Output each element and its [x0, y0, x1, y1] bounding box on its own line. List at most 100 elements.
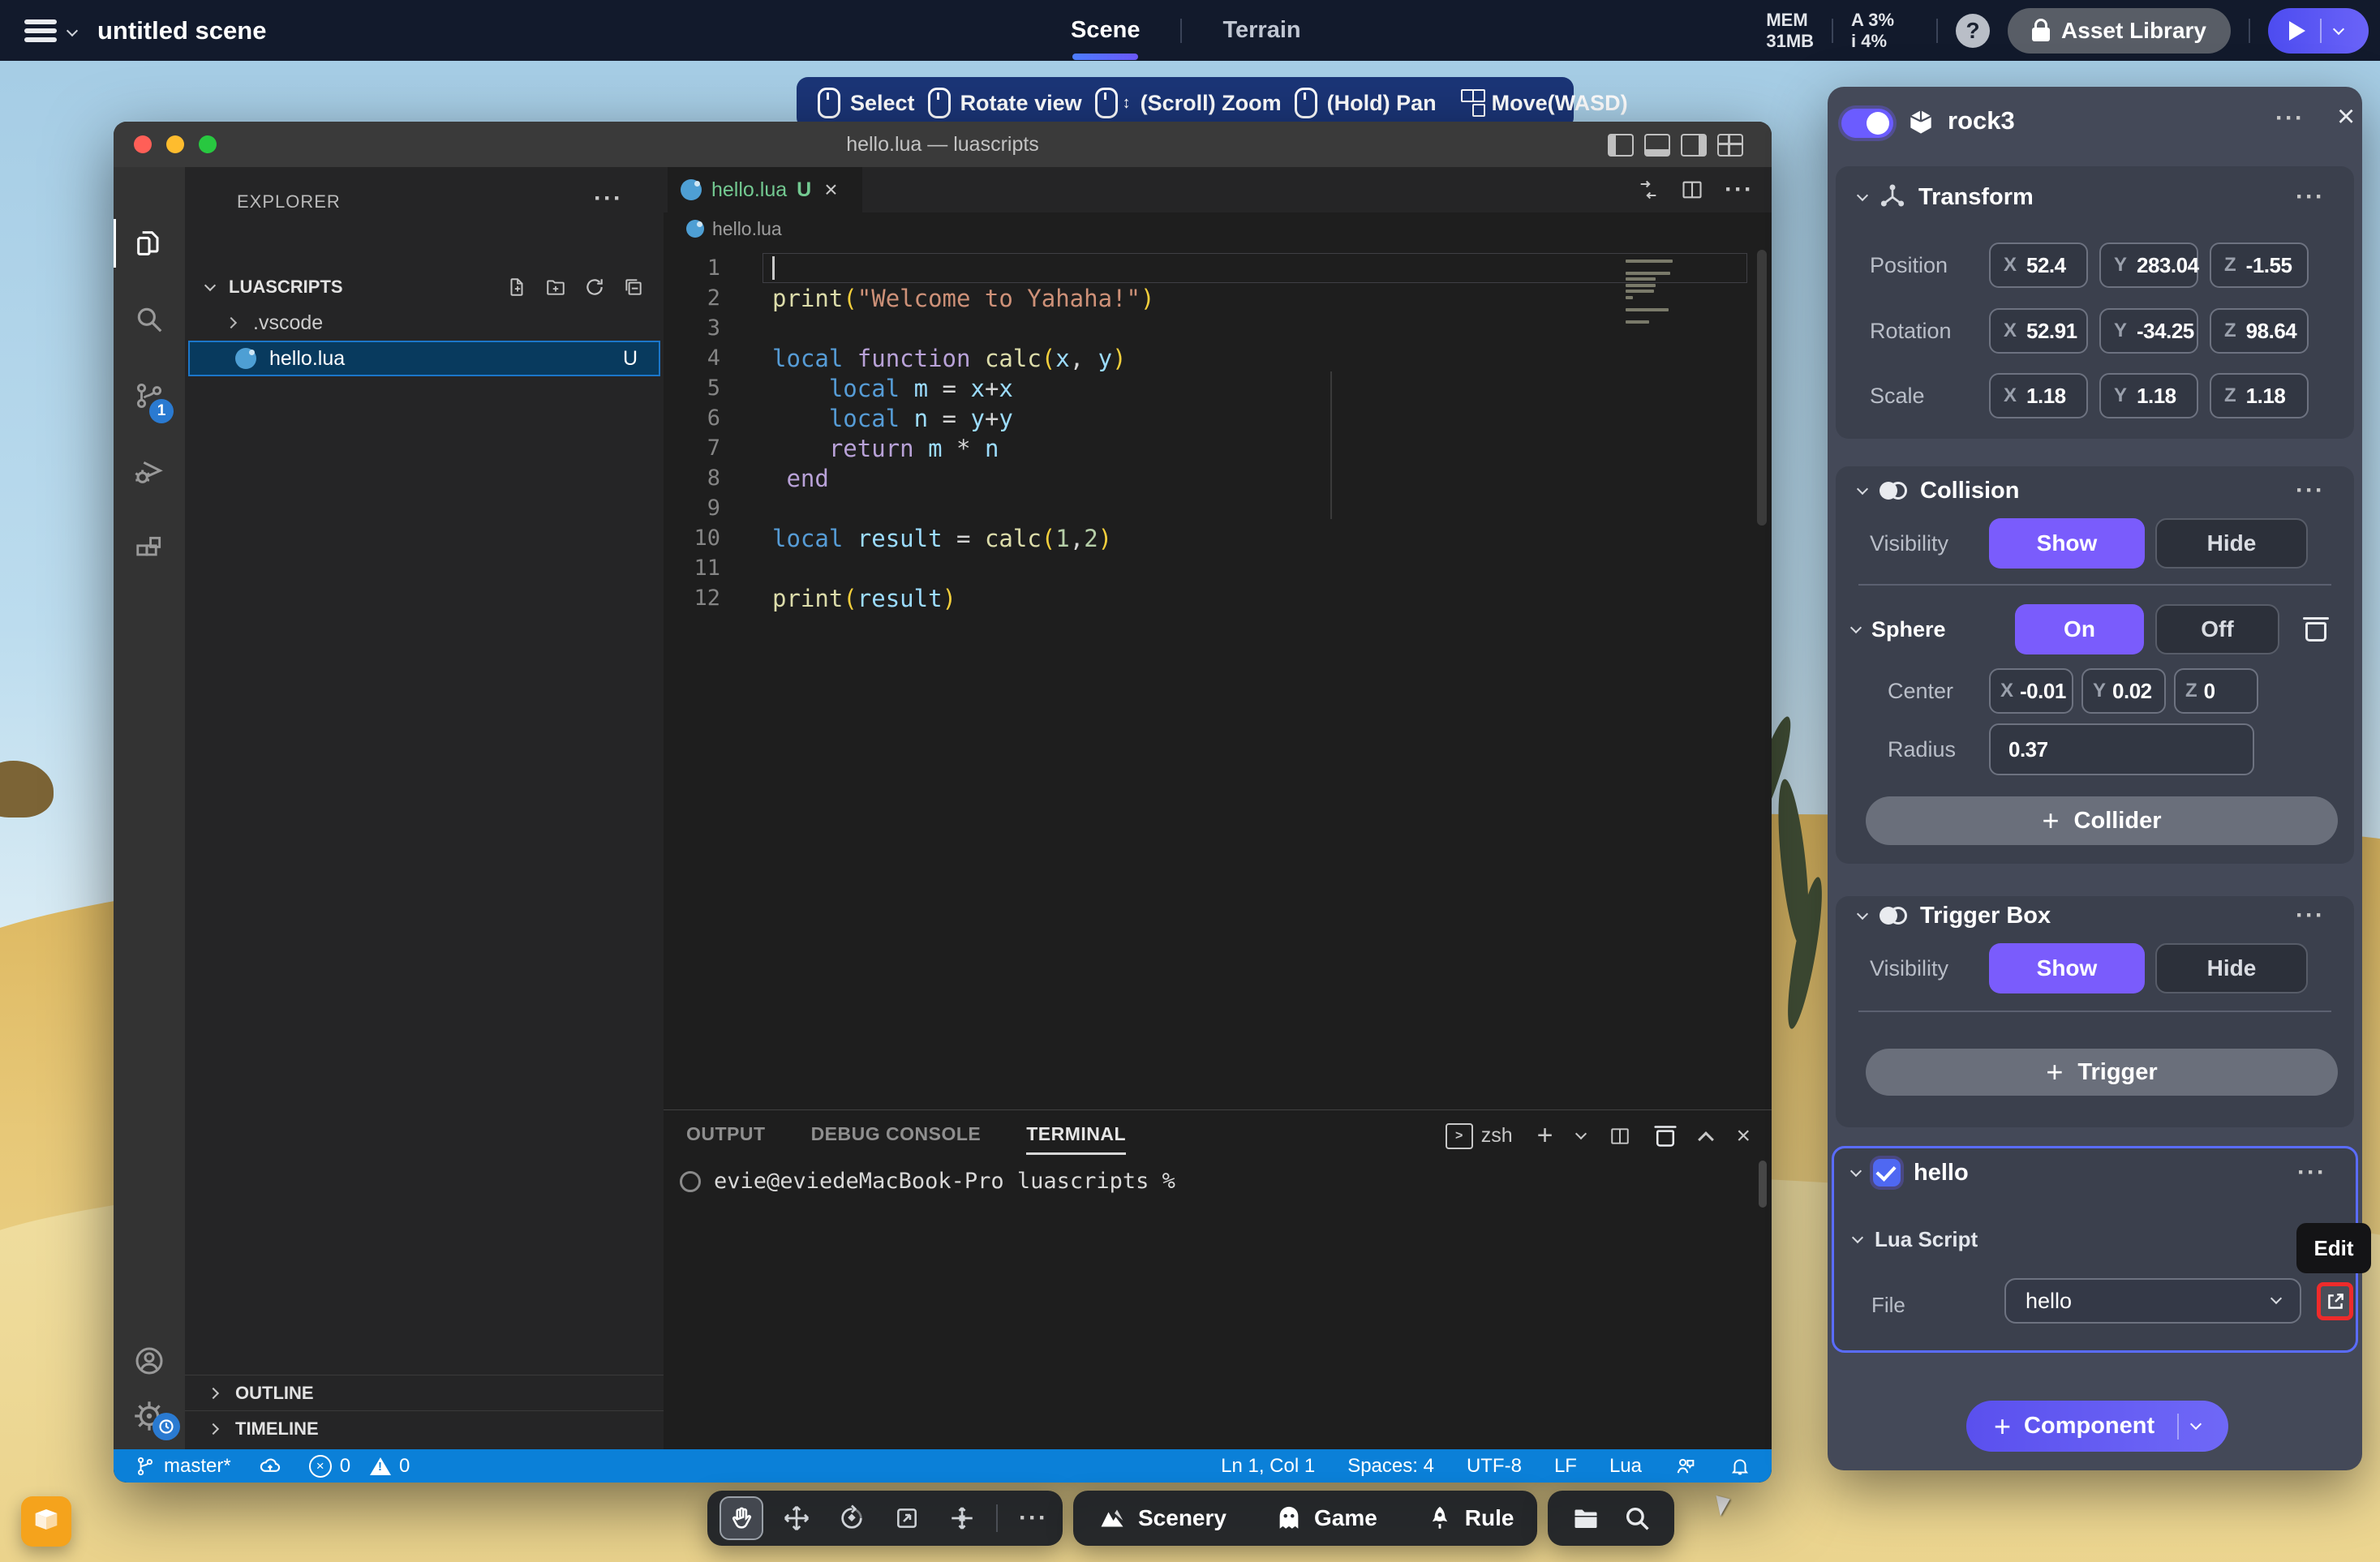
center-z-field[interactable]: Z0: [2174, 668, 2258, 714]
object-visibility-toggle[interactable]: [1841, 109, 1893, 138]
component-chevron-icon[interactable]: [2190, 1418, 2202, 1430]
sphere-on-button[interactable]: On: [2015, 604, 2144, 654]
tab-terrain[interactable]: Terrain: [1214, 12, 1308, 49]
indentation[interactable]: Spaces: 4: [1347, 1455, 1434, 1478]
refresh-icon[interactable]: [584, 277, 605, 298]
eol[interactable]: LF: [1554, 1455, 1577, 1478]
move-tool[interactable]: [769, 1504, 824, 1532]
collision-collapse-chevron-icon[interactable]: [1857, 483, 1868, 495]
folder-section-luascripts[interactable]: LUASCRIPTS: [185, 272, 664, 302]
folder-icon[interactable]: [1571, 1504, 1600, 1533]
panel-tab-debug-console[interactable]: DEBUG CONSOLE: [811, 1123, 982, 1145]
trigger-show-button[interactable]: Show: [1989, 943, 2145, 993]
play-options-chevron-icon[interactable]: [2333, 23, 2344, 34]
collision-hide-button[interactable]: Hide: [2155, 518, 2308, 569]
position-z-field[interactable]: Z-1.55: [2210, 242, 2309, 288]
collision-more-icon[interactable]: ···: [2296, 477, 2325, 504]
transform-more-icon[interactable]: ···: [2296, 183, 2325, 211]
toggle-secondary-sidebar-icon[interactable]: [1681, 134, 1707, 157]
search-icon[interactable]: [1623, 1504, 1651, 1532]
problems-item[interactable]: × 0 0: [309, 1455, 410, 1478]
rotation-z-field[interactable]: Z98.64: [2210, 308, 2309, 354]
center-x-field[interactable]: X-0.01: [1989, 668, 2073, 714]
play-button[interactable]: [2268, 8, 2369, 54]
tool-scroll-zoom[interactable]: ↕ (Scroll) Zoom: [1095, 88, 1282, 118]
editor-scrollbar[interactable]: [1757, 250, 1767, 526]
run-debug-activity-icon[interactable]: [114, 440, 185, 504]
language-mode[interactable]: Lua: [1609, 1455, 1642, 1478]
asset-library-button[interactable]: Asset Library: [2008, 8, 2231, 54]
tool-select[interactable]: Select: [818, 88, 915, 118]
terminal-shell-item[interactable]: > zsh: [1446, 1123, 1513, 1149]
timeline-section[interactable]: TIMELINE: [185, 1410, 664, 1446]
game-button[interactable]: Game: [1251, 1504, 1402, 1532]
help-icon[interactable]: ?: [1956, 14, 1990, 48]
menu-icon[interactable]: [24, 19, 57, 42]
file-dropdown[interactable]: hello: [2004, 1278, 2301, 1324]
new-file-icon[interactable]: [506, 277, 527, 298]
rule-button[interactable]: Rule: [1402, 1504, 1539, 1532]
sphere-collapse-chevron-icon[interactable]: [1850, 622, 1862, 633]
new-terminal-icon[interactable]: +: [1537, 1120, 1553, 1152]
explorer-activity-icon[interactable]: [114, 211, 185, 276]
open-changes-icon[interactable]: [1637, 178, 1660, 201]
scale-z-field[interactable]: Z1.18: [2210, 373, 2309, 418]
window-title-bar[interactable]: hello.lua — luascripts: [114, 122, 1772, 167]
tool-hold-pan[interactable]: (Hold) Pan: [1295, 88, 1437, 118]
collapse-folders-icon[interactable]: [623, 277, 644, 298]
object-more-icon[interactable]: ···: [2275, 105, 2305, 132]
sphere-off-button[interactable]: Off: [2155, 604, 2279, 654]
tab-scene[interactable]: Scene: [1063, 12, 1148, 49]
open-script-button[interactable]: [2317, 1282, 2353, 1320]
panel-tab-terminal[interactable]: TERMINAL: [1026, 1123, 1126, 1145]
pan-tool[interactable]: [714, 1496, 769, 1540]
terminal-prompt[interactable]: evie@eviedeMacBook-Pro luascripts %: [680, 1169, 1175, 1194]
hello-more-icon[interactable]: ···: [2297, 1159, 2326, 1187]
split-editor-icon[interactable]: [1681, 178, 1703, 201]
delete-collider-icon[interactable]: [2305, 617, 2326, 642]
toggle-panel-icon[interactable]: [1644, 134, 1670, 157]
add-trigger-button[interactable]: + Trigger: [1866, 1049, 2338, 1096]
cursor-position[interactable]: Ln 1, Col 1: [1221, 1455, 1315, 1478]
rotate-tool[interactable]: [824, 1504, 879, 1532]
code-editor[interactable]: 12print("Welcome to Yahaha!")34local fun…: [664, 245, 1772, 1109]
transform-collapse-chevron-icon[interactable]: [1857, 190, 1868, 201]
rotation-x-field[interactable]: X52.91: [1989, 308, 2088, 354]
scenery-button[interactable]: Scenery: [1073, 1504, 1251, 1533]
add-collider-button[interactable]: + Collider: [1866, 796, 2338, 845]
sync-cloud-icon[interactable]: [259, 1455, 281, 1478]
transform-tool[interactable]: [934, 1504, 990, 1532]
tool-move-wasd[interactable]: Move(WASD): [1450, 89, 1628, 117]
tools-more-icon[interactable]: ···: [1019, 1504, 1048, 1532]
add-component-button[interactable]: + Component: [1966, 1401, 2228, 1452]
scale-y-field[interactable]: Y1.18: [2099, 373, 2198, 418]
hello-enabled-checkbox[interactable]: [1873, 1159, 1901, 1187]
trigger-collapse-chevron-icon[interactable]: [1857, 908, 1868, 920]
yahaha-logo[interactable]: [21, 1496, 71, 1547]
search-activity-icon[interactable]: [114, 287, 185, 352]
lua-script-chevron-icon[interactable]: [1852, 1232, 1863, 1243]
terminal-scrollbar[interactable]: [1759, 1161, 1767, 1208]
trigger-more-icon[interactable]: ···: [2296, 902, 2325, 929]
close-inspector-icon[interactable]: ×: [2337, 100, 2355, 135]
feedback-icon[interactable]: [1674, 1455, 1697, 1478]
rotation-y-field[interactable]: Y-34.25: [2099, 308, 2198, 354]
breadcrumb[interactable]: hello.lua: [664, 212, 1772, 245]
close-panel-icon[interactable]: ×: [1736, 1122, 1751, 1150]
tab-close-icon[interactable]: ×: [824, 177, 837, 203]
tool-rotate-view[interactable]: Rotate view: [928, 88, 1082, 118]
trigger-hide-button[interactable]: Hide: [2155, 943, 2308, 993]
split-terminal-icon[interactable]: [1609, 1126, 1630, 1147]
explorer-more-icon[interactable]: ···: [594, 185, 623, 212]
scale-x-field[interactable]: X1.18: [1989, 373, 2088, 418]
encoding[interactable]: UTF-8: [1467, 1455, 1522, 1478]
panel-tab-output[interactable]: OUTPUT: [686, 1123, 766, 1145]
outline-section[interactable]: OUTLINE: [185, 1375, 664, 1410]
tree-item-vscode-folder[interactable]: .vscode: [185, 305, 664, 341]
hello-collapse-chevron-icon[interactable]: [1850, 1165, 1862, 1177]
position-y-field[interactable]: Y283.04: [2099, 242, 2198, 288]
new-folder-icon[interactable]: [545, 277, 566, 298]
terminal-dropdown-chevron-icon[interactable]: [1575, 1127, 1587, 1139]
radius-field[interactable]: 0.37: [1989, 723, 2254, 775]
notifications-bell-icon[interactable]: [1729, 1455, 1751, 1478]
